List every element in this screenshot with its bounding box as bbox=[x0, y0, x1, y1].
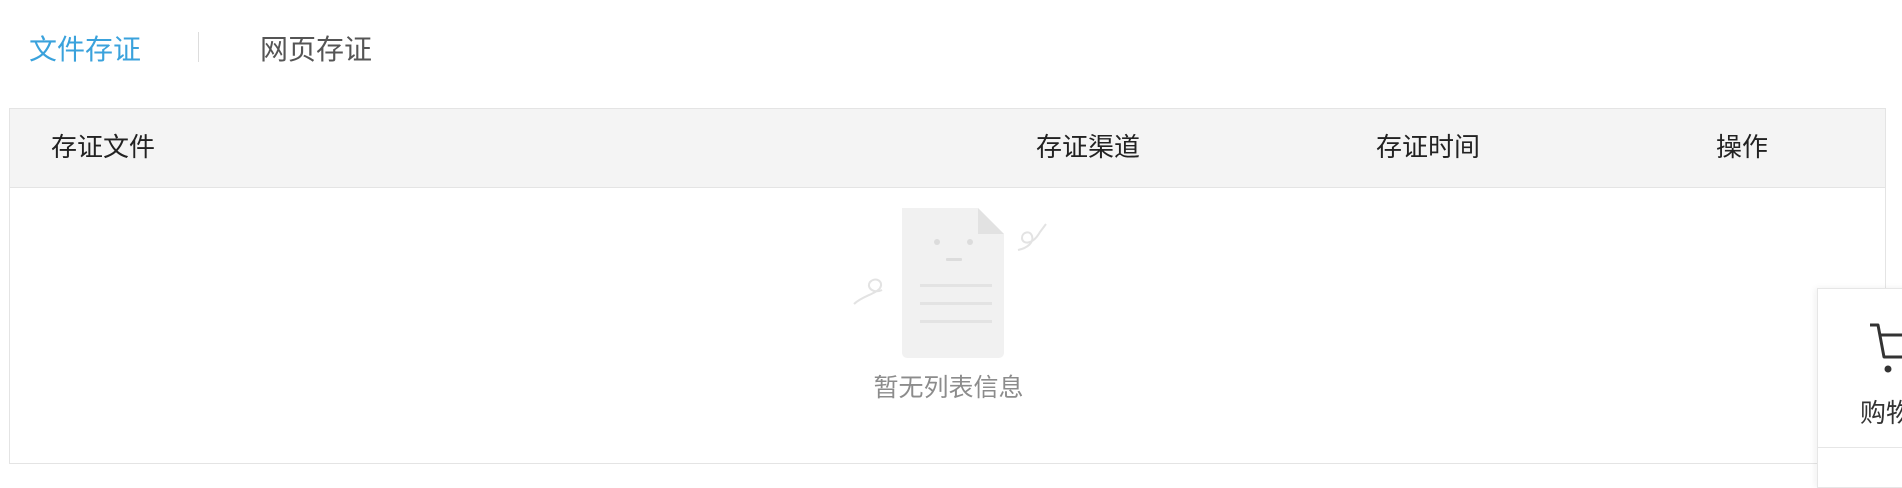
shopping-cart-icon bbox=[1870, 323, 1902, 373]
table-header: 存证文件 存证渠道 存证时间 操作 bbox=[10, 109, 1885, 188]
evidence-table: 存证文件 存证渠道 存证时间 操作 暂无列表信息 bbox=[9, 108, 1886, 464]
tab-file-evidence[interactable]: 文件存证 bbox=[29, 30, 141, 70]
cart-button[interactable]: 购物 bbox=[1818, 289, 1902, 447]
column-header-file: 存证文件 bbox=[51, 133, 156, 163]
cart-label: 购物 bbox=[1860, 399, 1902, 429]
empty-document-icon bbox=[853, 208, 1047, 358]
tab-bar: 文件存证 网页存证 bbox=[0, 0, 1902, 100]
tab-divider bbox=[198, 32, 199, 62]
empty-state-text: 暂无列表信息 bbox=[873, 373, 1024, 402]
floating-side-panel: 购物 bbox=[1817, 288, 1902, 488]
column-header-channel: 存证渠道 bbox=[1036, 133, 1141, 163]
column-header-operation: 操作 bbox=[1716, 133, 1769, 163]
column-header-time: 存证时间 bbox=[1376, 133, 1481, 163]
panel-divider bbox=[1818, 447, 1902, 448]
tab-web-evidence[interactable]: 网页存证 bbox=[260, 30, 372, 70]
empty-state: 暂无列表信息 bbox=[10, 188, 1885, 463]
